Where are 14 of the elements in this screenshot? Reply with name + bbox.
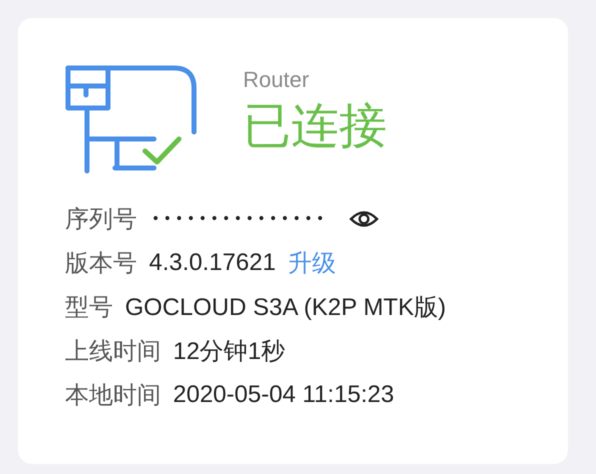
field-value: 2020-05-04 11:15:23	[173, 381, 394, 409]
field-value: GOCLOUD S3A (K2P MTK版)	[125, 293, 446, 323]
field-label: 版本号	[65, 249, 137, 279]
field-label: 序列号	[65, 205, 137, 235]
eye-icon[interactable]	[349, 209, 380, 229]
field-value: 4.3.0.17621	[149, 249, 276, 277]
field-label: 型号	[65, 293, 113, 323]
device-type: Router	[243, 67, 310, 93]
field-value: 12分钟1秒	[173, 337, 286, 367]
field-label: 上线时间	[65, 337, 161, 367]
field-label: 本地时间	[65, 381, 161, 411]
upgrade-link[interactable]: 升级	[288, 247, 336, 279]
connection-status: 已连接	[243, 99, 387, 155]
masked-value: •••••••••••••••	[153, 209, 330, 229]
